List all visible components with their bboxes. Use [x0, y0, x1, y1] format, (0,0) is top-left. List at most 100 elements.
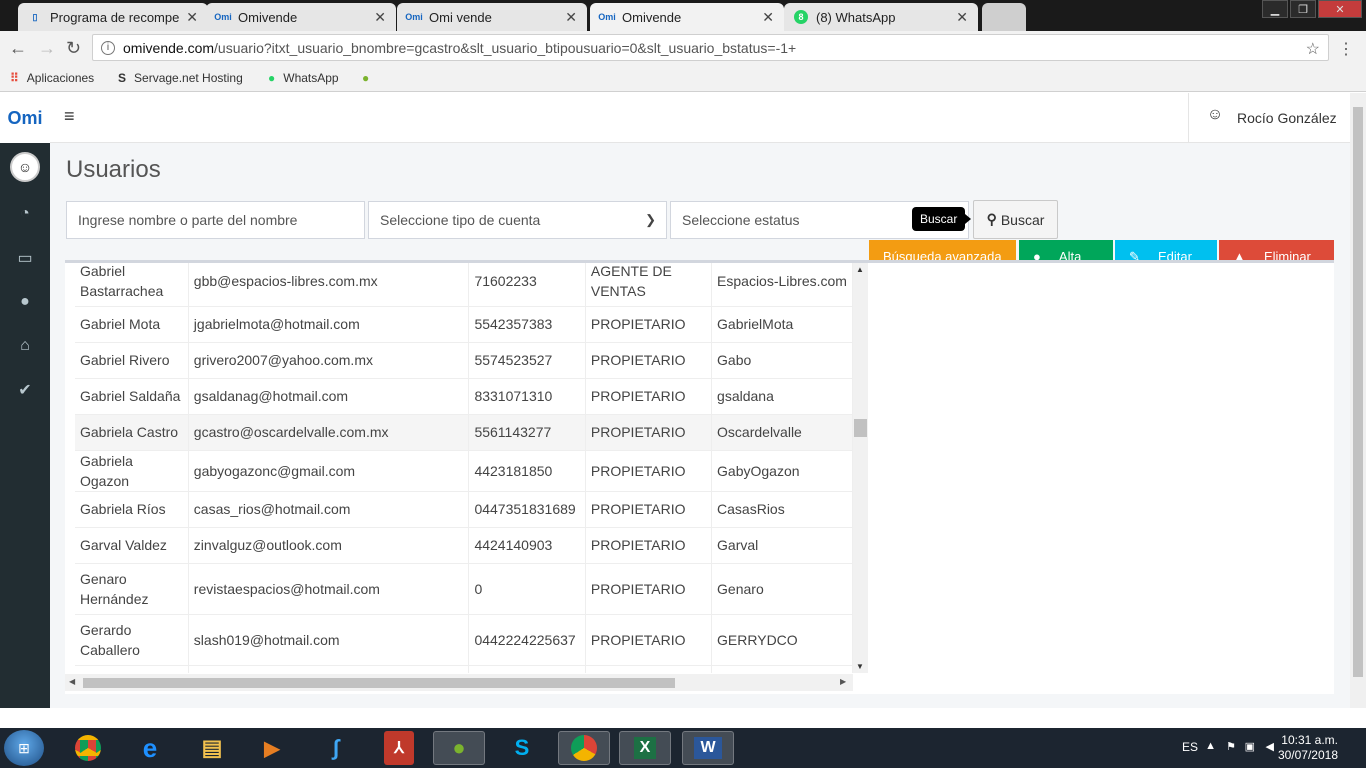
cell-name: Gabriela Ríos [75, 491, 189, 528]
cell-email: gcastro@oscardelvalle.com.mx [188, 414, 470, 451]
new-tab-button[interactable] [982, 3, 1026, 31]
table-row[interactable]: Gabriel Saldaña gsaldanag@hotmail.com 8331… [75, 378, 853, 415]
skype-icon[interactable]: S [496, 731, 548, 765]
search-button[interactable]: ⚲ Buscar [973, 200, 1058, 239]
restore-icon[interactable]: ❐ [1290, 0, 1316, 18]
cell-phone: 71602233 [468, 263, 586, 307]
bookmark-wechat[interactable]: ● [362, 71, 377, 85]
close-icon[interactable]: ✕ [565, 9, 577, 26]
network-icon[interactable]: ▣ [1245, 740, 1255, 753]
scroll-up-icon[interactable]: ▲ [856, 265, 864, 274]
home-icon[interactable]: ⌂ [0, 331, 50, 361]
action-center-icon[interactable]: ⚑ [1226, 740, 1236, 753]
browser-tabbar: ▯ Programa de recompensas ✕ Omi Omivende… [0, 0, 1366, 31]
chrome-icon[interactable] [62, 731, 114, 765]
reload-icon[interactable]: ↻ [66, 38, 81, 59]
whatsapp-icon: 8 [794, 10, 808, 24]
dashboard-icon[interactable]: ◔ [0, 199, 50, 229]
minimize-icon[interactable]: ▁ [1262, 0, 1288, 18]
table-row[interactable]: Gabriela Castro gcastro@oscardelvalle.com… [75, 414, 853, 451]
omi-favicon-icon: Omi [214, 12, 232, 22]
name-search-input[interactable]: Ingrese nombre o parte del nombre [66, 201, 365, 239]
browser-tab[interactable]: Omi Omivende ✕ [206, 3, 396, 31]
cell-email: grivero2007@yahoo.com.mx [188, 342, 470, 379]
app-logo[interactable]: Omi [0, 93, 50, 143]
table-row[interactable]: Gerardo Caballero slash019@hotmail.com 044… [75, 614, 853, 666]
hamburger-menu-icon[interactable]: ≡ [64, 106, 75, 127]
wechat-icon[interactable]: ● [433, 731, 485, 765]
windows-start-icon[interactable]: ⊞ [4, 730, 44, 766]
table-row[interactable]: Garval Valdez zinvalguz@outlook.com 442414… [75, 527, 853, 564]
scroll-right-icon[interactable]: ▶ [840, 677, 846, 686]
show-hidden-icon[interactable]: ▲ [1205, 740, 1216, 752]
chrome-active-icon[interactable] [558, 731, 610, 765]
forward-icon[interactable]: → [38, 38, 56, 59]
check-circle-icon[interactable]: ✔ [0, 375, 50, 405]
table-vertical-scrollbar[interactable]: ▲ ▼ [853, 263, 868, 673]
edit-button[interactable]: ✎ Editar [1115, 240, 1217, 260]
info-icon[interactable]: i [101, 40, 115, 55]
file-explorer-icon[interactable]: ▤ [186, 731, 238, 765]
account-type-select[interactable]: Seleccione tipo de cuenta ❯ [368, 201, 667, 239]
internet-explorer-icon[interactable]: e [124, 731, 176, 765]
pencil-icon: ✎ [1129, 249, 1140, 261]
page-title: Usuarios [66, 156, 161, 183]
close-icon[interactable]: ✕ [956, 9, 968, 26]
browser-tab[interactable]: Omi Omi vende ✕ [397, 3, 587, 31]
excel-icon[interactable]: X [619, 731, 671, 765]
user-menu[interactable]: ☺ Rocío González [1188, 93, 1350, 143]
url-input[interactable]: i omivende.com/usuario?itxt_usuario_bnom… [92, 34, 1329, 61]
cell-name: Gabriela Castro [75, 414, 189, 451]
cell-company: Garval [711, 527, 853, 564]
table-row[interactable]: Gabriela Ríos casas_rios@hotmail.com 04473… [75, 491, 853, 528]
app-icon[interactable]: ∫ [310, 731, 362, 765]
user-avatar[interactable]: ☺ [10, 152, 40, 182]
cell-company: Gabo [711, 342, 853, 379]
table-row[interactable]: Gerardo De la [75, 665, 853, 673]
delete-button[interactable]: ▲ Eliminar [1219, 240, 1334, 260]
pdf-icon[interactable]: ⅄ [384, 731, 414, 765]
table-row[interactable]: Gabriel Bastarrachea gbb@espacios-libres.… [75, 263, 853, 307]
table-row[interactable]: Gabriel Mota jgabrielmota@hotmail.com 5542… [75, 306, 853, 343]
browser-tab-active[interactable]: Omi Omivende ✕ [590, 3, 784, 31]
media-player-icon[interactable]: ▶ [246, 731, 298, 765]
user-icon[interactable]: ● [0, 287, 50, 317]
close-icon[interactable]: ✕ [762, 9, 774, 26]
cell-type: PROPIETARIO [585, 306, 713, 343]
close-icon[interactable]: ✕ [374, 9, 386, 26]
clock[interactable]: 10:31 a.m. 30/07/2018 [1278, 733, 1338, 763]
scroll-down-icon[interactable]: ▼ [856, 662, 864, 671]
bookmark-star-icon[interactable]: ☆ [1306, 39, 1320, 59]
scroll-left-icon[interactable]: ◀ [69, 677, 75, 686]
word-icon[interactable]: W [682, 731, 734, 765]
bookmark-whatsapp[interactable]: ● WhatsApp [268, 71, 339, 85]
browser-menu-icon[interactable]: ⋮ [1338, 39, 1354, 59]
cell-phone: 5574523527 [468, 342, 586, 379]
bookmark-servage[interactable]: S Servage.net Hosting [118, 71, 243, 85]
table-row[interactable]: Genaro Hernández revistaespacios@hotmail.… [75, 563, 853, 615]
cell-company: Espacios-Libres.com [711, 263, 853, 307]
scroll-thumb[interactable] [83, 678, 675, 688]
cell-type: AGENTE DE VENTAS [585, 263, 713, 307]
browser-tab[interactable]: ▯ Programa de recompensas ✕ [18, 3, 208, 31]
back-icon[interactable]: ← [9, 38, 27, 59]
page-vertical-scrollbar[interactable] [1350, 93, 1366, 708]
add-button[interactable]: ● Alta [1019, 240, 1113, 260]
close-icon[interactable]: ✕ [186, 9, 198, 26]
advanced-search-button[interactable]: Búsqueda avanzada [869, 240, 1016, 260]
table-row[interactable]: Gabriel Rivero grivero2007@yahoo.com.mx 55… [75, 342, 853, 379]
table-horizontal-scrollbar[interactable]: ◀ ▶ [65, 674, 853, 691]
table-scroll-area[interactable]: Gabriel Bastarrachea gbb@espacios-libres.… [75, 263, 853, 673]
cell-name: Genaro Hernández [75, 563, 189, 615]
top-header: ≡ ☺ Rocío González [50, 93, 1350, 143]
cell-phone [468, 665, 586, 673]
scroll-thumb[interactable] [854, 419, 867, 437]
close-window-icon[interactable]: ✕ [1318, 0, 1362, 18]
volume-icon[interactable]: ◀ [1266, 740, 1274, 753]
scroll-thumb[interactable] [1353, 107, 1363, 677]
browser-tab[interactable]: 8 (8) WhatsApp ✕ [784, 3, 978, 31]
monitor-icon[interactable]: ▭ [0, 243, 50, 273]
bookmark-apps[interactable]: ⠿ Aplicaciones [10, 71, 94, 85]
language-indicator[interactable]: ES [1182, 740, 1198, 754]
table-row[interactable]: Gabriela Ogazon gabyogazonc@gmail.com 4423… [75, 450, 853, 492]
